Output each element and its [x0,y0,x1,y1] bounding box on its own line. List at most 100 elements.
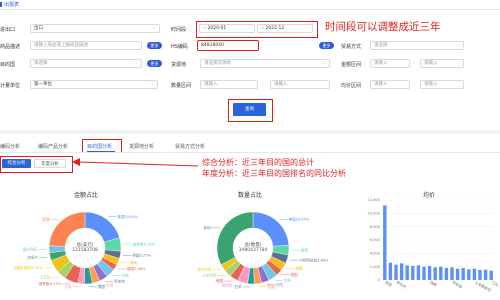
product-more-button[interactable]: 更多 [147,42,162,49]
bar [461,268,465,280]
trade-mode-select[interactable]: 请选择 ⌄ [370,41,464,50]
pie-label: 德国2.58% [127,266,146,271]
x-tick-label: 土库曼斯坦 [474,280,492,294]
y-tick-label: 10,000 [367,212,380,216]
hs-code-input[interactable]: 84818040 [197,40,259,51]
y-tick-label: 8,000 [370,225,381,229]
x-tick-label: 美国 [384,280,393,288]
qty-center-value: 3480437784 [238,248,268,253]
bar [388,262,393,280]
pie-label: 英国3.27% [132,253,151,258]
pie-label: 巴西 [275,282,283,287]
origin-label: 货源地 [171,62,187,68]
amount-label: 金额区间 [341,62,362,68]
tab-trade-mode-analysis[interactable]: 贸易方式分析 [175,143,205,150]
bar [399,263,404,280]
pie-label: 加拿大 [27,255,38,260]
subtab-comprehensive[interactable]: 综合分析 [2,159,31,168]
y-tick-label: 0 [378,278,381,282]
annotation-arrow [72,158,199,167]
price-max-input[interactable]: 请输入 [420,80,464,89]
pie-label: 新加坡 [114,279,125,284]
time-end-input[interactable]: ▫ 2022-12 [257,24,313,33]
bar [472,268,477,280]
qty-min-input[interactable]: 请输入 [200,80,258,89]
unit-select[interactable]: 第一单位 ⌄ [30,80,158,89]
hs-more-button[interactable]: 更多 [319,42,334,49]
y-tick-label: 12,000 [367,198,380,202]
export-value: 出口 [34,26,43,31]
trade-mode-label: 贸易方式 [341,44,362,50]
bar [422,266,426,280]
pie-label: 土耳其 [39,274,50,279]
time-start-input[interactable]: ▫ 2020-01 [199,24,255,33]
pie-label: 巴西 [106,282,114,287]
pie-label: 日本 [234,284,242,289]
page-title: 出报表 [4,2,20,8]
header-accent [0,2,2,7]
unit-label: 计量单位 [0,83,21,89]
pie-label: 墨西哥6.16% [133,241,156,246]
unit-value: 第一单位 [34,82,52,87]
country-select[interactable]: 请选择 ⌄ [30,59,142,68]
origin-select[interactable]: 请选择货源地 ⌄ [200,59,330,68]
price-min-input[interactable]: 请输入 [370,80,410,89]
y-tick-label: 4,000 [370,252,381,256]
range-dash: - [413,81,415,87]
tab-code-product-analysis[interactable]: 编码产品分析 [38,143,68,150]
origin-placeholder: 请选择货源地 [204,61,231,66]
bar [411,266,415,280]
bar [433,267,437,280]
country-placeholder: 请选择 [34,61,48,66]
bar [416,265,421,280]
bar [405,265,409,280]
amount-chart-title: 金额占比 [74,192,99,199]
query-button[interactable]: 查询 [233,103,266,116]
country-label: 目的国 [0,62,16,68]
amount-center: 总(美元) 121583708 [60,242,110,253]
time-start-value: 2020-01 [207,26,227,31]
trade-mode-placeholder: 请选择 [374,43,388,48]
bar [455,268,460,280]
qty-chart-title: 数量占比 [238,192,263,199]
amount-center-value: 121583708 [72,248,98,253]
bar [467,269,471,280]
pie-label: 美国23.95% [288,217,309,222]
price-bar-chart: 0 2,000 4,000 6,000 8,000 10,000 12,000 美国 伊拉克 瑞典… [367,198,498,295]
bar [483,269,488,280]
bar [394,264,398,280]
pie-label: 越南 [130,260,138,265]
pie-label: 越南 [301,247,309,252]
y-tick-label: 2,000 [370,265,381,269]
product-desc-input[interactable]: 请输入商品或上报商品描述 [30,41,142,50]
qty-center: 总(数量) 3480437784 [228,242,278,253]
x-tick-label: 瑞典 [429,280,438,288]
time-end-value: 2022-12 [265,26,285,31]
x-tick-label: 伊拉克 [396,280,408,290]
qty-label: 数量区间 [171,83,192,89]
pie-label: 澳大利亚 [23,247,38,252]
analysis-annotation-1: 综合分析：近三年目的国的总计 [202,158,314,167]
qty-max-input[interactable]: 请输入 [270,80,330,89]
pie-label: 印度尼西亚5.95% [13,265,43,270]
export-label: 进出口 [0,27,16,33]
header-bar: 出报表 [0,0,500,10]
pie-slice [216,211,254,266]
tab-code-analysis[interactable]: 编码分析 [0,143,20,150]
bar [383,205,387,280]
tab-origin-analysis[interactable]: 货源地分析 [129,143,154,150]
tab-country-analysis[interactable]: 目的国分析 [87,143,112,150]
x-tick-label: 几内亚共和国 [491,280,498,295]
pie-label: 印度 [284,278,292,283]
x-tick-label: 阿联酋 [452,280,464,290]
pie-label: 美国20.54% [117,214,138,219]
amount-min-input[interactable]: 请输入 [370,59,410,68]
export-select[interactable]: 出口 ⌄ [30,24,160,33]
hs-label: HS编码 [171,44,188,50]
chevron-down-icon: ⌄ [322,61,326,66]
amount-max-input[interactable]: 请输入 [420,59,464,68]
country-more-button[interactable]: 更多 [147,60,162,67]
pie-label: 沙特阿拉伯3.84% [299,257,329,262]
subtab-annual[interactable]: 年度分析 [34,159,66,168]
pie-label: 日本 [65,284,73,289]
